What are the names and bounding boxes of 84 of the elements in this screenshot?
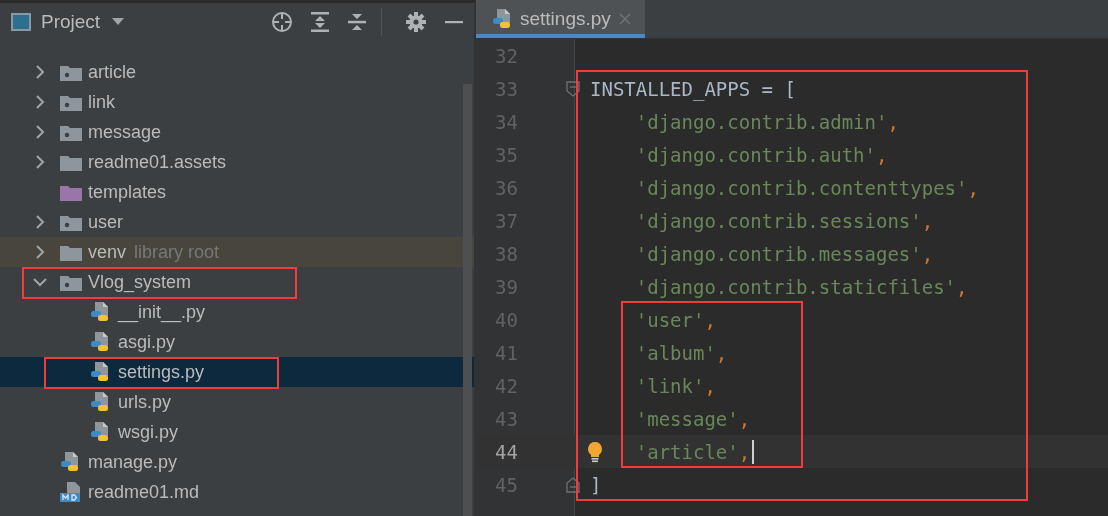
- tree-item[interactable]: wsgi.py: [0, 417, 474, 447]
- panel-title[interactable]: Project: [41, 10, 101, 33]
- python-file-icon: [492, 8, 512, 30]
- code-token: 'user': [635, 308, 705, 331]
- python-file-icon: [90, 301, 110, 323]
- folder-icon: [60, 183, 82, 201]
- code-token: ,: [876, 143, 888, 166]
- code-token: INSTALLED_APPS: [590, 77, 751, 100]
- markdown-file-icon: [60, 481, 81, 503]
- item-label: link: [88, 91, 115, 113]
- item-label: user: [88, 211, 123, 233]
- line-number: 44: [494, 440, 518, 463]
- item-label: message: [88, 121, 162, 143]
- code-token: ,: [715, 341, 728, 364]
- folder-icon: [60, 123, 82, 141]
- python-file-icon: [90, 421, 110, 443]
- tree-item[interactable]: readme01.assets: [0, 147, 474, 177]
- code-token: 'django.contrib.messages': [635, 242, 922, 265]
- item-label: readme01.assets: [88, 151, 227, 173]
- folder-icon: [60, 213, 82, 231]
- code-token: ,: [704, 308, 716, 331]
- tree-item[interactable]: asgi.py: [0, 327, 474, 357]
- code-token: 'django.contrib.auth': [635, 143, 876, 166]
- code-token: ,: [738, 440, 751, 463]
- fold-marker-icon[interactable]: [566, 80, 580, 97]
- item-label: article: [88, 61, 136, 83]
- tree-item[interactable]: message: [0, 117, 474, 147]
- window-icon: [11, 12, 31, 31]
- code-token: ,: [738, 407, 751, 430]
- code-token: ,: [967, 176, 979, 199]
- item-hint: library root: [134, 241, 220, 263]
- folder-icon: [60, 273, 82, 291]
- tree-item[interactable]: readme01.md: [0, 477, 474, 507]
- tree-item[interactable]: manage.py: [0, 447, 474, 477]
- item-label: templates: [88, 181, 167, 203]
- code-token: 'album': [635, 341, 716, 364]
- code-token: = [: [761, 77, 796, 100]
- settings-icon[interactable]: [405, 10, 427, 33]
- code-token: 'message': [635, 407, 739, 430]
- tree-item[interactable]: Vlog_system: [0, 267, 474, 297]
- tree-item[interactable]: venv library root: [0, 237, 474, 267]
- folder-icon: [60, 93, 82, 111]
- tree-item[interactable]: user: [0, 207, 474, 237]
- item-label: venv: [88, 241, 127, 263]
- item-label: wsgi.py: [118, 421, 179, 443]
- item-label: readme01.md: [88, 481, 200, 503]
- python-file-icon: [90, 391, 110, 413]
- item-label: manage.py: [88, 451, 178, 473]
- code-token: 'django.contrib.sessions': [635, 209, 922, 232]
- dropdown-caret-icon[interactable]: [112, 17, 125, 26]
- code-token: ,: [956, 275, 968, 298]
- item-label: urls.py: [118, 391, 171, 413]
- folder-icon: [60, 243, 82, 261]
- item-label: settings.py: [118, 361, 205, 383]
- code-token: 'link': [635, 374, 705, 397]
- tree-item[interactable]: article: [0, 57, 474, 87]
- code-token: ,: [921, 209, 934, 232]
- item-label: asgi.py: [118, 331, 176, 353]
- expand-all-icon[interactable]: [310, 10, 330, 33]
- item-label: Vlog_system: [88, 271, 192, 293]
- scrollbar[interactable]: [463, 84, 472, 516]
- tree-item[interactable]: link: [0, 87, 474, 117]
- fold-marker-icon[interactable]: [566, 476, 580, 493]
- code-token: ,: [887, 110, 899, 133]
- folder-icon: [60, 63, 82, 81]
- python-file-icon: [90, 361, 110, 383]
- code-token: 'article': [635, 440, 739, 463]
- locate-icon[interactable]: [271, 10, 293, 33]
- tree-item[interactable]: __init__.py: [0, 297, 474, 327]
- item-label: __init__.py: [118, 301, 206, 323]
- code-token: 'django.contrib.staticfiles': [635, 275, 957, 298]
- tree-item[interactable]: templates: [0, 177, 474, 207]
- code-token: 'django.contrib.contenttypes': [635, 176, 968, 199]
- tree-item[interactable]: settings.py: [0, 357, 474, 387]
- lightbulb-icon[interactable]: [586, 440, 604, 463]
- tree-item[interactable]: urls.py: [0, 387, 474, 417]
- editor-tab[interactable]: settings.py: [476, 0, 645, 38]
- python-file-icon: [60, 451, 80, 473]
- code-token: ,: [704, 374, 716, 397]
- code-token: ,: [921, 242, 934, 265]
- python-file-icon: [90, 331, 110, 353]
- code-token: ]: [590, 473, 602, 496]
- folder-icon: [60, 153, 82, 171]
- code-token: 'django.contrib.admin': [635, 110, 888, 133]
